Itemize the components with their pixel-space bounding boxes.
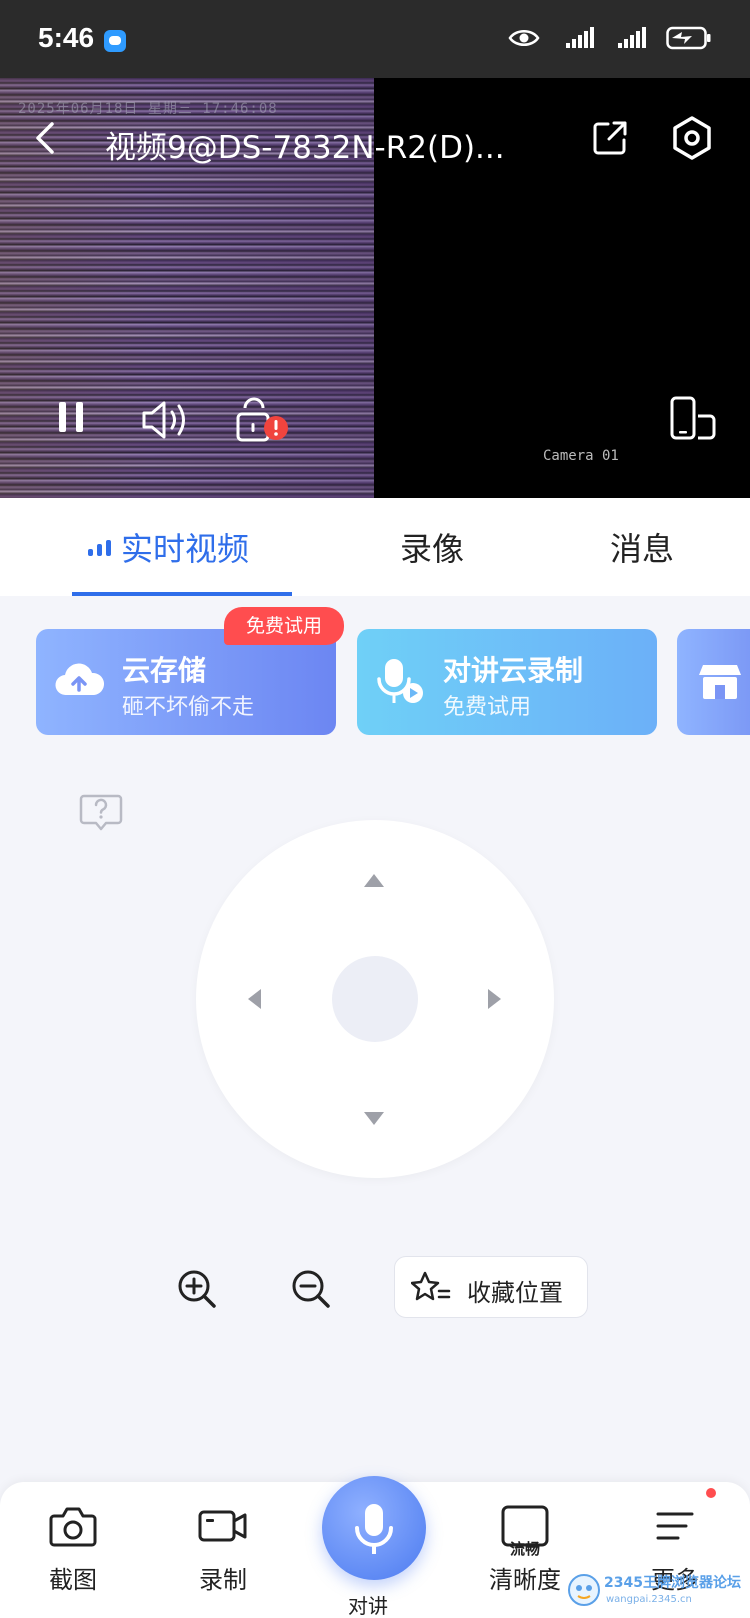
back-icon[interactable] xyxy=(28,116,68,160)
active-tab-indicator xyxy=(72,592,292,596)
tab-live-video-label: 实时视频 xyxy=(121,530,250,568)
volume-icon[interactable] xyxy=(140,398,192,442)
share-icon[interactable] xyxy=(590,118,630,158)
signal-icon xyxy=(618,27,646,48)
camera-label: Camera 01 xyxy=(543,448,619,464)
store-banner[interactable] xyxy=(677,629,750,735)
zoom-in-icon[interactable] xyxy=(176,1268,218,1310)
rotate-screen-icon[interactable] xyxy=(668,396,718,442)
quality-badge-text: 流畅 xyxy=(509,1540,540,1558)
star-list-icon xyxy=(411,1271,451,1301)
screenshot-button[interactable]: 截图 xyxy=(18,1504,128,1595)
notification-dot xyxy=(706,1488,716,1498)
favorite-position-button[interactable]: 收藏位置 xyxy=(394,1256,588,1318)
status-bar: 5:46 xyxy=(0,0,750,78)
chat-notification-icon xyxy=(104,30,126,52)
cloud-upload-icon xyxy=(55,663,105,696)
video-title: 视频9@DS-7832N-R2(D)... xyxy=(105,130,505,166)
record-button[interactable]: 录制 xyxy=(168,1504,278,1595)
tab-messages[interactable]: 消息 xyxy=(610,524,674,570)
talk-cloud-record-banner[interactable]: 对讲云录制 免费试用 xyxy=(357,629,657,735)
help-question-icon[interactable] xyxy=(78,792,124,834)
ptz-center-knob[interactable] xyxy=(332,956,418,1042)
ptz-right-icon[interactable] xyxy=(488,989,501,1009)
tab-bar: 实时视频 录像 消息 xyxy=(0,498,750,596)
talk-cloud-record-title: 对讲云录制 xyxy=(443,654,584,687)
video-camera-icon xyxy=(198,1510,247,1542)
record-label: 录制 xyxy=(199,1566,247,1594)
unlock-warning-icon[interactable] xyxy=(236,394,292,446)
mascot-logo-icon xyxy=(568,1574,600,1606)
ptz-down-icon[interactable] xyxy=(364,1112,384,1125)
status-time: 5:46 xyxy=(38,22,95,53)
settings-hexagon-icon[interactable] xyxy=(668,114,716,162)
zoom-out-icon[interactable] xyxy=(290,1268,332,1310)
talk-button[interactable] xyxy=(322,1476,426,1580)
microphone-record-icon xyxy=(377,659,423,703)
battery-charging-icon xyxy=(666,26,711,50)
screenshot-label: 截图 xyxy=(49,1566,97,1594)
pause-icon[interactable] xyxy=(55,398,91,438)
favorite-position-label: 收藏位置 xyxy=(467,1279,563,1307)
store-icon xyxy=(699,665,741,699)
tab-live-video[interactable]: 实时视频 xyxy=(88,524,249,570)
video-top-bar: 视频9@DS-7832N-R2(D)... xyxy=(0,78,750,198)
free-trial-badge: 免费试用 xyxy=(224,607,344,645)
watermark: 2345王牌浏览器论坛 wangpai.2345.cn xyxy=(566,1568,750,1618)
ptz-up-icon[interactable] xyxy=(364,874,384,887)
watermark-text: 2345王牌浏览器论坛 xyxy=(604,1575,741,1591)
signal-icon xyxy=(566,27,594,48)
camera-icon xyxy=(49,1507,97,1547)
quality-label: 清晰度 xyxy=(489,1566,561,1594)
microphone-icon xyxy=(355,1504,393,1554)
ptz-joystick[interactable] xyxy=(196,820,554,1178)
talk-cloud-record-subtitle: 免费试用 xyxy=(443,695,532,720)
watermark-url: wangpai.2345.cn xyxy=(606,1594,692,1605)
eye-icon xyxy=(508,30,540,46)
cloud-storage-title: 云存储 xyxy=(122,654,207,687)
menu-lines-icon xyxy=(656,1512,694,1540)
cloud-storage-subtitle: 砸不坏偷不走 xyxy=(122,695,255,720)
talk-label: 对讲 xyxy=(348,1594,388,1618)
quality-button[interactable]: 流畅 清晰度 xyxy=(470,1504,580,1595)
tab-recording[interactable]: 录像 xyxy=(400,524,464,570)
status-icons xyxy=(508,26,712,50)
live-signal-icon xyxy=(88,538,111,556)
video-player[interactable]: 2025年06月18日 星期三 17:46:08 Camera 01 视频9@D… xyxy=(0,78,750,498)
ptz-left-icon[interactable] xyxy=(248,989,261,1009)
